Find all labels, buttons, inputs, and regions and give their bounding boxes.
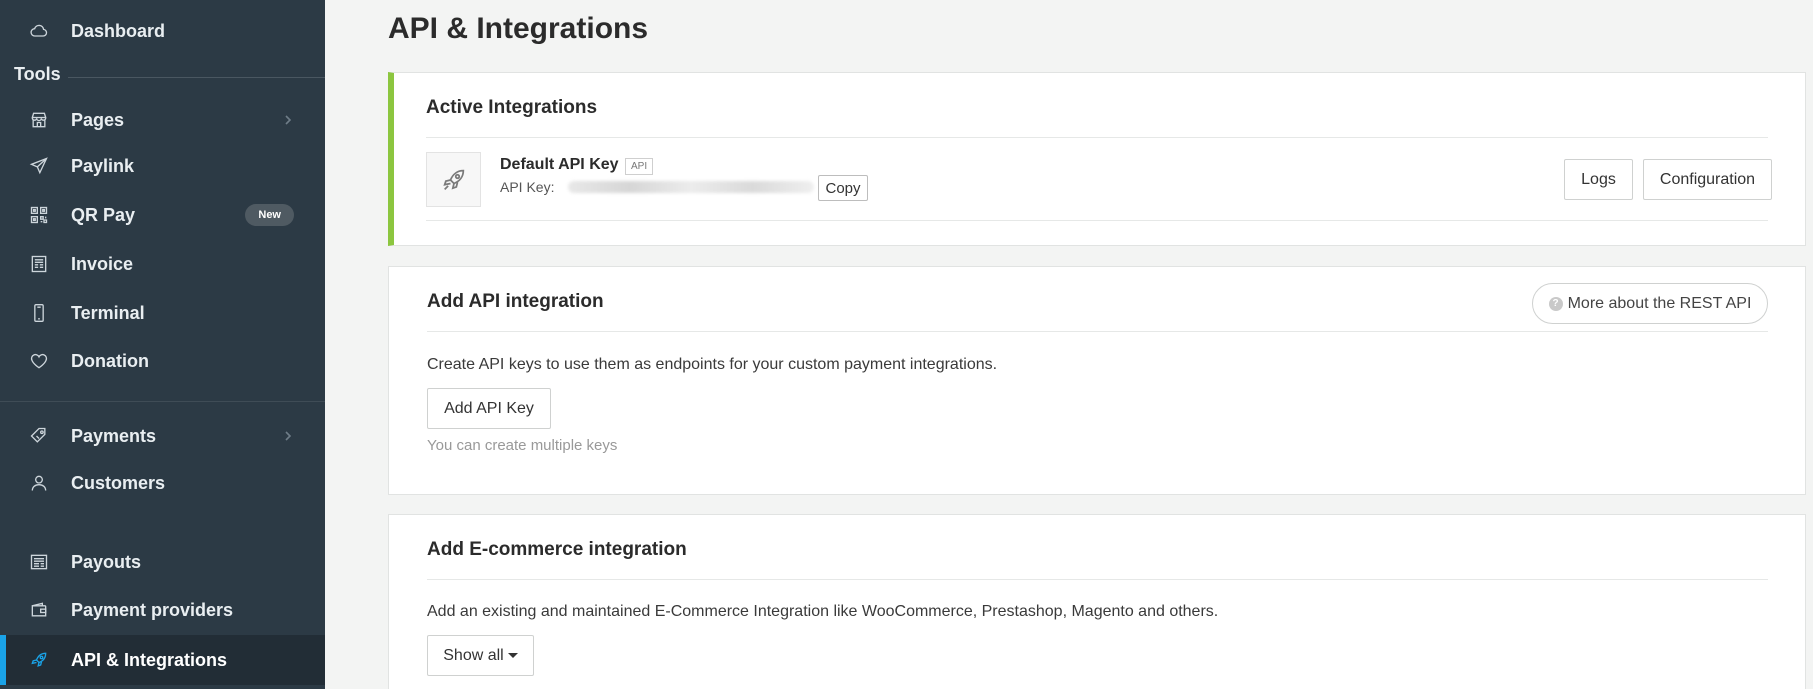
sidebar-item-payment-providers[interactable]: Payment providers xyxy=(0,588,325,632)
sidebar-item-pages[interactable]: Pages xyxy=(0,98,325,142)
sidebar-item-label: Payments xyxy=(71,425,157,446)
sidebar-item-label: API & Integrations xyxy=(71,649,228,670)
sidebar-item-label: QR Pay xyxy=(71,204,136,225)
show-all-label: Show all xyxy=(443,646,504,664)
new-badge: New xyxy=(245,204,294,226)
sidebar-item-label: Terminal xyxy=(71,302,145,323)
phone-icon xyxy=(28,302,50,324)
chevron-right-icon xyxy=(281,429,295,443)
show-all-dropdown[interactable]: Show all xyxy=(427,635,534,676)
sidebar-item-customers[interactable]: Customers xyxy=(0,461,325,505)
sidebar-item-label: Paylink xyxy=(71,155,135,176)
sidebar-item-donation[interactable]: Donation xyxy=(0,339,325,383)
sidebar-item-paylink[interactable]: Paylink xyxy=(0,144,325,188)
logs-button[interactable]: Logs xyxy=(1564,159,1633,200)
question-icon: ? xyxy=(1548,296,1563,311)
qr-code-icon xyxy=(28,204,50,226)
card-heading: Add API integration xyxy=(427,291,604,312)
card-heading: Active Integrations xyxy=(426,97,598,118)
card-heading: Add E-commerce integration xyxy=(427,539,687,560)
card-divider xyxy=(427,331,1768,332)
sidebar-item-api-integrations[interactable]: API & Integrations xyxy=(0,635,325,685)
sidebar-item-payments[interactable]: Payments xyxy=(0,414,325,458)
sidebar-item-terminal[interactable]: Terminal xyxy=(0,291,325,335)
add-api-integration-card: Add API integration ? More about the RES… xyxy=(388,266,1806,495)
add-ecommerce-integration-card: Add E-commerce integration Add an existi… xyxy=(388,514,1806,689)
sidebar-item-label: Invoice xyxy=(71,253,134,274)
section-divider xyxy=(68,77,325,78)
rocket-icon xyxy=(28,649,50,671)
sidebar-item-label: Payouts xyxy=(71,551,142,572)
card-divider xyxy=(426,220,1768,221)
sidebar-item-dashboard[interactable]: Dashboard xyxy=(0,9,325,53)
caret-down-icon xyxy=(507,653,518,658)
paper-plane-icon xyxy=(28,155,50,177)
sidebar-item-label: Pages xyxy=(71,109,125,130)
api-key-value-blurred xyxy=(568,181,814,193)
integration-name: Default API Key xyxy=(500,156,619,173)
add-api-key-button[interactable]: Add API Key xyxy=(427,388,551,429)
payouts-icon xyxy=(28,551,50,573)
wallet-icon xyxy=(28,599,50,621)
user-icon xyxy=(28,472,50,494)
store-icon xyxy=(28,109,50,131)
api-tag: API xyxy=(625,158,654,175)
card-divider xyxy=(427,579,1768,580)
sidebar: Dashboard Tools Pages Paylink QR Pay New… xyxy=(0,0,325,689)
sidebar-item-label: Customers xyxy=(71,472,166,493)
card-divider xyxy=(426,137,1768,138)
active-integrations-card: Active Integrations Default API Key API … xyxy=(388,72,1806,246)
copy-key-button[interactable]: Copy xyxy=(818,175,868,201)
invoice-icon xyxy=(28,253,50,275)
sidebar-item-label: Payment providers xyxy=(71,599,234,620)
heart-icon xyxy=(28,350,50,372)
configuration-button[interactable]: Configuration xyxy=(1643,159,1772,200)
api-key-label: API Key: xyxy=(500,179,555,195)
sidebar-section-title: Tools xyxy=(14,64,61,84)
sidebar-item-label: Dashboard xyxy=(71,20,166,41)
rest-api-info-button[interactable]: ? More about the REST API xyxy=(1532,283,1768,324)
tag-icon xyxy=(28,425,50,447)
rest-api-info-label: More about the REST API xyxy=(1567,294,1752,312)
chevron-right-icon xyxy=(281,113,295,127)
add-api-hint: You can create multiple keys xyxy=(427,437,618,454)
integration-rocket-icon xyxy=(426,152,481,207)
sidebar-item-payouts[interactable]: Payouts xyxy=(0,540,325,584)
sidebar-divider xyxy=(0,401,325,402)
sidebar-item-label: Donation xyxy=(71,350,149,371)
add-api-description: Create API keys to use them as endpoints… xyxy=(427,356,998,373)
add-ecommerce-description: Add an existing and maintained E-Commerc… xyxy=(427,603,1219,620)
cloud-icon xyxy=(28,20,50,42)
page-title: API & Integrations xyxy=(388,12,649,45)
sidebar-item-invoice[interactable]: Invoice xyxy=(0,242,325,286)
sidebar-item-qr-pay[interactable]: QR Pay New xyxy=(0,193,325,237)
